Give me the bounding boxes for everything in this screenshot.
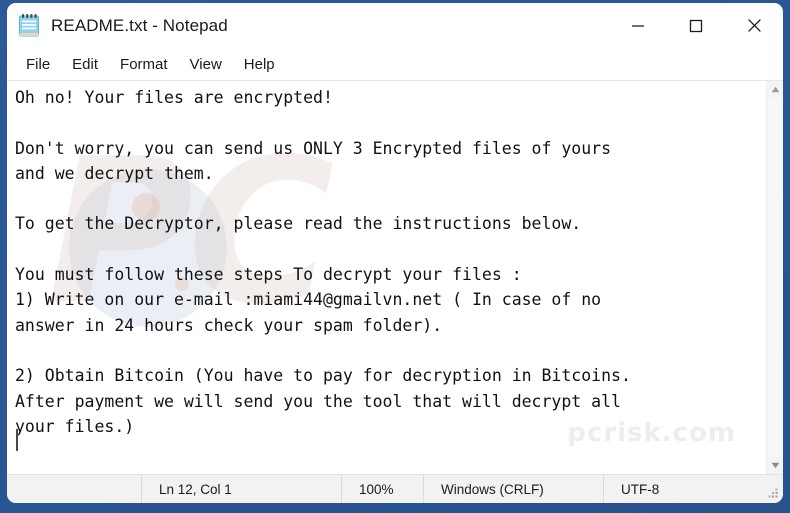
resize-grip-icon[interactable] (767, 487, 779, 499)
title-bar[interactable]: README.txt - Notepad (7, 3, 783, 48)
menu-item-help[interactable]: Help (233, 53, 286, 76)
desktop-background: README.txt - Notepad File Edit Format Vi… (0, 0, 790, 513)
text-editor[interactable]: PC pcrisk.com Oh no! Your files are encr… (7, 81, 766, 474)
editor-area: PC pcrisk.com Oh no! Your files are encr… (7, 81, 783, 474)
close-icon (747, 19, 761, 32)
status-cursor-position[interactable]: Ln 12, Col 1 (142, 475, 342, 503)
close-button[interactable] (725, 3, 783, 48)
window-controls (609, 3, 783, 48)
notepad-icon (18, 13, 40, 38)
menu-item-edit[interactable]: Edit (61, 53, 109, 76)
status-bar: Ln 12, Col 1 100% Windows (CRLF) UTF-8 (7, 474, 783, 503)
window-title: README.txt - Notepad (51, 15, 228, 35)
notepad-window: README.txt - Notepad File Edit Format Vi… (7, 3, 783, 503)
maximize-icon (689, 19, 703, 32)
maximize-button[interactable] (667, 3, 725, 48)
scroll-up-icon[interactable] (767, 81, 784, 98)
status-bar-spacer (7, 475, 142, 503)
status-line-ending[interactable]: Windows (CRLF) (424, 475, 604, 503)
minimize-icon (632, 24, 644, 27)
status-encoding[interactable]: UTF-8 (604, 475, 659, 503)
minimize-button[interactable] (609, 3, 667, 48)
scrollbar-track[interactable] (766, 98, 783, 457)
menu-item-view[interactable]: View (179, 53, 233, 76)
document-text: Oh no! Your files are encrypted! Don't w… (15, 88, 631, 436)
text-caret (16, 429, 18, 451)
status-zoom-level[interactable]: 100% (342, 475, 424, 503)
menu-item-file[interactable]: File (15, 53, 61, 76)
scroll-down-icon[interactable] (767, 457, 784, 474)
menu-item-format[interactable]: Format (109, 53, 179, 76)
vertical-scrollbar[interactable] (766, 81, 783, 474)
menu-bar: File Edit Format View Help (7, 48, 783, 81)
